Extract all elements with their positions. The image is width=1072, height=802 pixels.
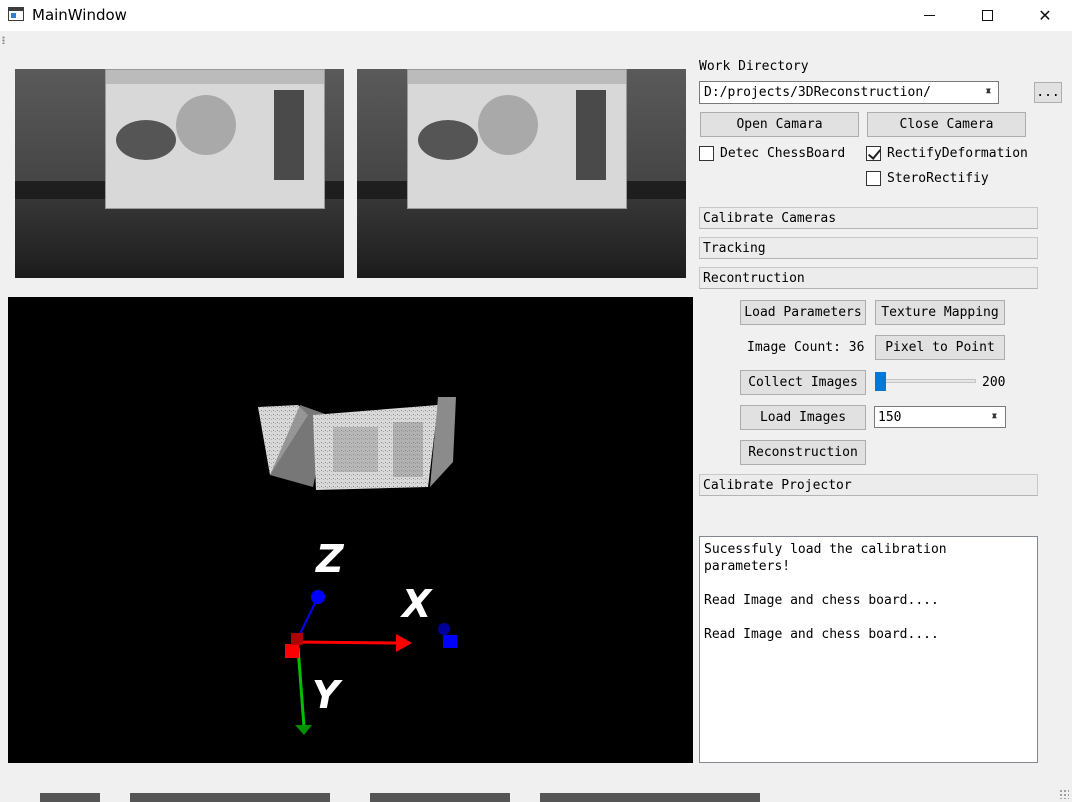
- resize-grip-icon[interactable]: [1059, 789, 1069, 799]
- axis-y-label: Y: [312, 673, 340, 717]
- reconstruction-button[interactable]: Reconstruction: [740, 440, 866, 465]
- maximize-icon: [981, 10, 993, 21]
- maximize-button[interactable]: [958, 0, 1016, 31]
- title-bar: MainWindow ✕: [0, 0, 1072, 31]
- work-directory-label: Work Directory: [699, 59, 809, 74]
- app-window-icon: [8, 7, 24, 21]
- image-count-slider-track[interactable]: [882, 379, 976, 383]
- checkbox-box-checked[interactable]: [866, 146, 881, 161]
- open-camera-button[interactable]: Open Camara: [700, 112, 859, 137]
- close-camera-button[interactable]: Close Camera: [867, 112, 1026, 137]
- section-calibrate-cameras[interactable]: Calibrate Cameras: [699, 207, 1038, 229]
- directory-spin-arrows[interactable]: ▲ ▼: [982, 83, 996, 102]
- minimize-button[interactable]: [900, 0, 958, 31]
- load-parameters-button[interactable]: Load Parameters: [740, 300, 866, 325]
- point-cloud-canvas: [258, 397, 457, 735]
- work-directory-value: D:/projects/3DReconstruction/: [704, 85, 931, 100]
- detect-chessboard-label: Detec ChessBoard: [720, 146, 846, 161]
- axis-x-label: X: [402, 582, 432, 626]
- rectify-deformation-checkbox[interactable]: RectifyDeformation: [866, 146, 1028, 161]
- spinbox-arrows[interactable]: ▲ ▼: [989, 408, 1003, 427]
- close-window-button[interactable]: ✕: [1016, 0, 1072, 31]
- load-images-button[interactable]: Load Images: [740, 405, 866, 430]
- image-count-label: Image Count: 36: [747, 340, 865, 355]
- browse-directory-button[interactable]: ...: [1034, 82, 1062, 103]
- stereo-rectify-checkbox[interactable]: SteroRectifiy: [866, 171, 989, 186]
- section-calibrate-projector[interactable]: Calibrate Projector: [699, 474, 1038, 496]
- slider-max-label: 200: [982, 375, 1006, 390]
- chevron-down-icon[interactable]: ▼: [992, 411, 997, 420]
- collect-images-button[interactable]: Collect Images: [740, 370, 866, 395]
- work-directory-input[interactable]: D:/projects/3DReconstruction/ ▲ ▼: [699, 81, 999, 104]
- camera-object-box: [407, 69, 627, 209]
- section-tracking[interactable]: Tracking: [699, 237, 1038, 259]
- minimize-icon: [923, 15, 935, 16]
- section-reconstruction[interactable]: Recontruction: [699, 267, 1038, 289]
- axis-z-label: Z: [316, 537, 344, 581]
- close-icon: ✕: [1038, 6, 1052, 25]
- right-camera-view: [357, 69, 686, 278]
- reconstructed-surface: [258, 397, 456, 490]
- log-output-textarea[interactable]: Sucessfuly load the calibration paramete…: [699, 536, 1038, 763]
- texture-mapping-button[interactable]: Texture Mapping: [875, 300, 1005, 325]
- checkbox-box[interactable]: [699, 146, 714, 161]
- rectify-deformation-label: RectifyDeformation: [887, 146, 1028, 161]
- pixel-to-point-button[interactable]: Pixel to Point: [875, 335, 1005, 360]
- chevron-down-icon[interactable]: ▼: [986, 86, 991, 95]
- toolbar-grip-handle[interactable]: [2, 36, 5, 44]
- background-window-edge: [40, 793, 780, 802]
- spinbox-value: 150: [878, 410, 902, 425]
- image-number-spinbox[interactable]: 150 ▲ ▼: [874, 406, 1006, 428]
- checkbox-box[interactable]: [866, 171, 881, 186]
- image-count-slider-handle[interactable]: [875, 372, 886, 391]
- window-title: MainWindow: [32, 6, 127, 24]
- stereo-rectify-label: SteroRectifiy: [887, 171, 989, 186]
- detect-chessboard-checkbox[interactable]: Detec ChessBoard: [699, 146, 845, 161]
- camera-object-box: [105, 69, 325, 209]
- 3d-point-cloud-viewer[interactable]: Z X Y: [8, 297, 693, 763]
- left-camera-view: [15, 69, 344, 278]
